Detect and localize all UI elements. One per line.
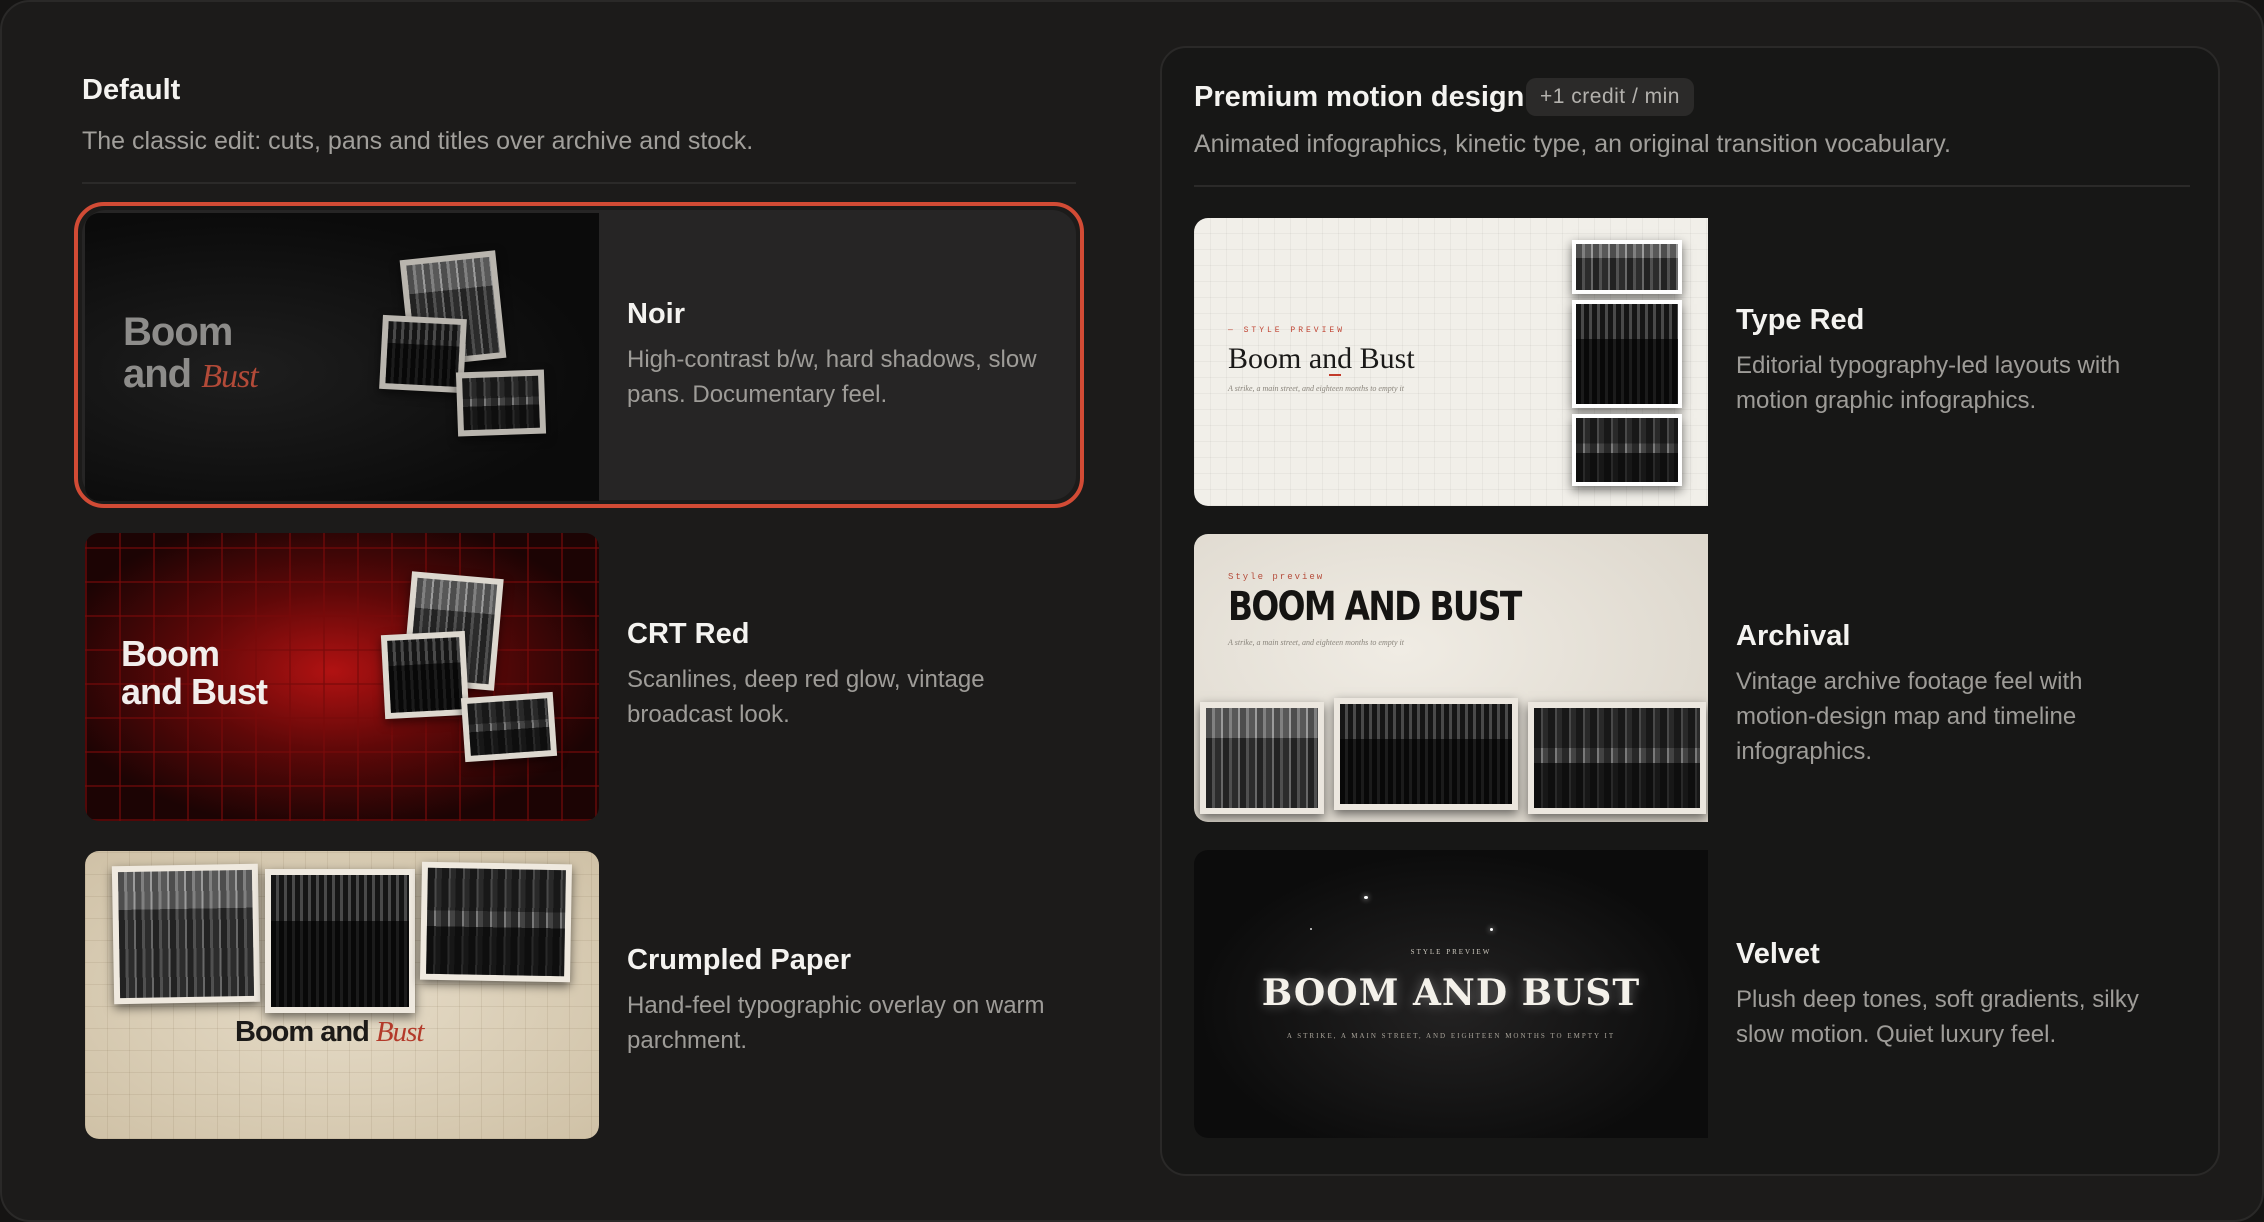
archive-photo (1200, 702, 1324, 814)
archive-photo (265, 869, 415, 1013)
default-section-title: Default (82, 74, 181, 106)
default-section-subtitle: The classic edit: cuts, pans and titles … (82, 127, 754, 155)
style-name: Crumpled Paper (627, 944, 851, 976)
archive-photo (455, 369, 547, 437)
premium-section: Premium motion design +1 credit / min An… (1160, 46, 2220, 1176)
sparkle (1490, 928, 1493, 931)
thumb-kicker: Style preview (1228, 572, 1325, 582)
thumb-kicker: STYLE PREVIEW (1410, 948, 1492, 956)
archive-photo (1334, 698, 1518, 810)
thumb-title-and: and (123, 352, 192, 396)
archive-photo (1572, 414, 1682, 486)
thumb-tagline: A strike, a main street, and eighteen mo… (1228, 384, 1404, 393)
archive-photo (1572, 240, 1682, 294)
accent-underline (1329, 374, 1341, 376)
thumb-title-boom: Boom (121, 633, 220, 674)
style-name: CRT Red (627, 618, 750, 650)
style-card-crt-red[interactable]: Boom and Bust CRT Red Scanlines, deep re… (82, 530, 1076, 821)
premium-section-subtitle: Animated infographics, kinetic type, an … (1194, 130, 1951, 158)
style-description: Editorial typography-led layouts with mo… (1736, 352, 2121, 414)
type-red-thumbnail: — STYLE PREVIEW Boom and Bust A strike, … (1194, 218, 1708, 506)
style-description: High-contrast b/w, hard shadows, slow pa… (627, 346, 1037, 408)
thumb-kicker: — STYLE PREVIEW (1228, 326, 1346, 335)
thumb-title-boom: Boom (123, 310, 233, 354)
style-card-crumpled-paper[interactable]: Boom and Bust Crumpled Paper Hand-feel t… (82, 848, 1076, 1139)
style-card-noir[interactable]: Boom and Bust Noir High-contrast b/w, ha… (74, 202, 1084, 508)
crumpled-paper-thumbnail: Boom and Bust (85, 851, 599, 1139)
archive-photo (460, 691, 558, 763)
thumb-title-boom-and: Boom and (235, 1016, 370, 1048)
archive-photo (379, 314, 467, 394)
style-card-type-red[interactable]: — STYLE PREVIEW Boom and Bust A strike, … (1194, 218, 2190, 508)
archive-photo (111, 863, 261, 1005)
crt-red-thumbnail: Boom and Bust (85, 533, 599, 821)
thumb-tagline: A strike, a main street, and eighteen mo… (1228, 638, 1404, 647)
thumb-title: BOOM AND BUST (1261, 972, 1641, 1014)
style-name: Archival (1736, 620, 1851, 652)
style-card-archival[interactable]: Style preview BOOM AND BUST A strike, a … (1194, 534, 2190, 824)
thumb-title: Boom and Bust (1228, 342, 1415, 375)
sparkle (1364, 896, 1368, 899)
credit-badge: +1 credit / min (1526, 78, 1694, 116)
style-description: Plush deep tones, soft gradients, silky … (1736, 986, 2139, 1048)
thumb-title-bust: Bust (201, 358, 258, 395)
divider (1194, 185, 2190, 187)
archive-photo (1572, 300, 1682, 408)
divider (82, 182, 1076, 184)
thumb-title: BOOM AND BUST (1228, 584, 1522, 630)
style-picker: Default The classic edit: cuts, pans and… (0, 0, 2264, 1222)
style-description: Scanlines, deep red glow, vintage broadc… (627, 666, 985, 728)
noir-thumbnail: Boom and Bust (85, 213, 599, 501)
archival-thumbnail: Style preview BOOM AND BUST A strike, a … (1194, 534, 1708, 822)
style-name: Noir (627, 298, 685, 330)
default-section: Default The classic edit: cuts, pans and… (74, 74, 1084, 1139)
style-name: Velvet (1736, 938, 1820, 970)
style-name: Type Red (1736, 304, 1865, 336)
thumb-title-and-bust: and Bust (121, 670, 268, 712)
style-description: Vintage archive footage feel with motion… (1736, 668, 2083, 765)
thumb-title-bust: Bust (375, 1016, 425, 1048)
archive-photo (1528, 702, 1706, 814)
style-description: Hand-feel typographic overlay on warm pa… (627, 992, 1045, 1054)
style-card-velvet[interactable]: STYLE PREVIEW BOOM AND BUST A STRIKE, A … (1194, 850, 2190, 1140)
velvet-thumbnail: STYLE PREVIEW BOOM AND BUST A STRIKE, A … (1194, 850, 1708, 1138)
thumb-tagline: A STRIKE, A MAIN STREET, AND EIGHTEEN MO… (1286, 1032, 1616, 1040)
archive-photo (419, 861, 573, 983)
sparkle (1310, 928, 1312, 930)
archive-photo (380, 630, 470, 720)
